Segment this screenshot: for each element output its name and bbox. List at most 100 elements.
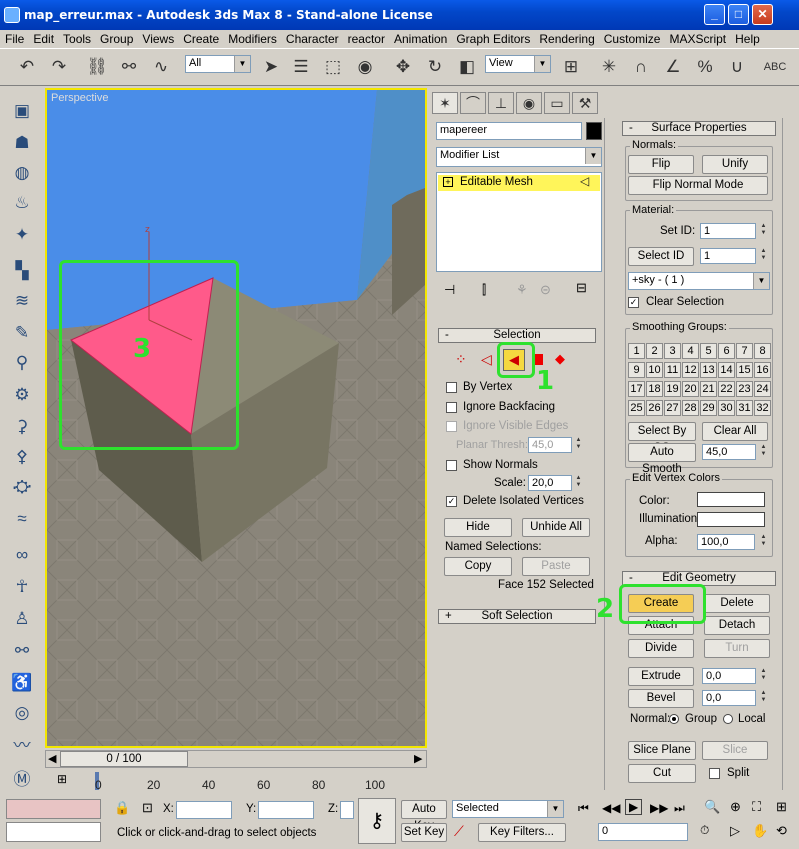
select-by-sg-button[interactable]: Select By SG [628,422,696,454]
sg-button[interactable]: 24 [754,381,771,397]
group-radio[interactable] [669,714,679,724]
sg-button[interactable]: 21 [700,381,717,397]
snap-toggle-icon[interactable]: ∩ [628,54,654,80]
menu-graph-editors[interactable]: Graph Editors [451,30,534,46]
modifier-list-dropdown[interactable]: Modifier List ▼ [436,147,602,167]
sg-button[interactable]: 17 [628,381,645,397]
zoom-extents-all-icon[interactable]: ⊞ [776,799,787,815]
sg-button[interactable]: 9 [628,362,645,378]
pin-stack-icon[interactable]: ⊣ [444,282,455,298]
selection-rollout-header[interactable]: - Selection [438,328,596,343]
display-tab-icon[interactable]: ▭ [544,92,570,114]
unify-button[interactable]: Unify [702,155,768,174]
configure-modifier-sets-icon[interactable]: ⊟ [576,280,587,296]
sg-button[interactable]: 6 [718,343,735,359]
brush-icon[interactable]: ⚲ [8,350,36,376]
time-slider[interactable]: ◀ 0 / 100 ▶ [45,750,427,768]
sg-button[interactable]: 23 [736,381,753,397]
walker-icon[interactable]: ♿ [8,670,36,696]
select-id-field[interactable]: 1 [700,248,756,264]
spinner-snap-icon[interactable]: ∪ [724,54,750,80]
slice-plane-button[interactable]: Slice Plane [628,741,696,760]
auto-key-button[interactable]: Auto Key [401,800,447,832]
gear-icon[interactable]: ⚙ [8,382,36,408]
sg-button[interactable]: 29 [700,400,717,416]
sg-button[interactable]: 22 [718,381,735,397]
color-swatch[interactable] [697,492,765,507]
sg-button[interactable]: 19 [664,381,681,397]
sg-button[interactable]: 3 [664,343,681,359]
perspective-viewport[interactable]: z Perspective 3 [45,88,427,748]
sg-button[interactable]: 27 [664,400,681,416]
object-name-field[interactable]: mapereer [436,122,582,140]
set-key-button[interactable]: Set Key [401,823,447,842]
stack-item-editable-mesh[interactable]: + Editable Mesh ◁ [438,174,600,191]
lights-icon[interactable]: ♨ [8,190,36,216]
sg-button[interactable]: 2 [646,343,663,359]
previous-frame-icon[interactable]: ◀◀ [602,801,620,815]
soft-selection-rollout-header[interactable]: + Soft Selection [438,609,596,624]
local-radio[interactable] [723,714,733,724]
objects-icon[interactable]: ▣ [8,98,36,124]
copy-button[interactable]: Copy [444,557,512,576]
zoom-icon[interactable]: 🔍 [704,799,720,815]
create-tab-icon[interactable]: ✶ [432,92,458,114]
clear-all-button[interactable]: Clear All [702,422,768,441]
paste-button[interactable]: Paste [522,557,590,576]
delete-isolated-checkbox[interactable]: ✓ [446,496,457,507]
menu-reactor[interactable]: reactor [343,30,389,46]
named-selection-sets-icon[interactable]: ABC [762,54,788,80]
select-id-button[interactable]: Select ID [628,247,694,266]
sg-button[interactable]: 1 [628,343,645,359]
motion-tab-icon[interactable]: ◉ [516,92,542,114]
maximize-button[interactable]: □ [728,4,749,25]
show-normals-checkbox[interactable] [446,460,457,471]
reference-coordinate-dropdown[interactable]: View ▼ [485,55,551,73]
absolute-mode-icon[interactable]: ⊡ [142,800,153,816]
helpers-icon[interactable]: ✦ [8,222,36,248]
extrude-field[interactable]: 0,0 [702,668,756,684]
sg-button[interactable]: 20 [682,381,699,397]
sg-button[interactable]: 14 [718,362,735,378]
time-slider-thumb[interactable]: 0 / 100 [60,751,188,767]
menu-rendering[interactable]: Rendering [534,30,598,46]
undo-icon[interactable]: ↶ [14,54,40,80]
x-coordinate-field[interactable] [176,801,232,819]
angle-snap-icon[interactable]: ∠ [660,54,686,80]
hierarchy-tab-icon[interactable]: ⊥ [488,92,514,114]
edge-subobject-icon[interactable]: ◁ [481,351,492,368]
rope-icon[interactable]: 〰 [8,730,36,756]
sg-button[interactable]: 10 [646,362,663,378]
make-unique-icon[interactable]: ⚘ [516,282,528,298]
alpha-spinner[interactable]: ▲ ▼ [759,534,768,550]
remove-modifier-icon[interactable]: ⊝ [540,282,551,298]
sg-button[interactable]: 7 [736,343,753,359]
menu-help[interactable]: Help [730,30,764,46]
sphere-icon[interactable]: ◍ [8,160,36,186]
key-mode-dropdown[interactable]: Selected ▼ [452,800,564,818]
track-bar[interactable]: ⊞ 0 20 40 60 80 100 [45,770,427,792]
pivot-center-icon[interactable]: ⊞ [558,54,584,80]
sg-button[interactable]: 13 [700,362,717,378]
menu-character[interactable]: Character [281,30,343,46]
vertex-subobject-icon[interactable]: ⁘ [455,351,467,368]
menu-group[interactable]: Group [95,30,137,46]
maxscript-output-mini[interactable] [6,822,101,842]
redo-icon[interactable]: ↷ [46,54,72,80]
rollout-scrollbar[interactable] [782,118,792,790]
hide-button[interactable]: Hide [444,518,512,537]
by-vertex-checkbox[interactable] [446,382,457,393]
menu-customize[interactable]: Customize [599,30,665,46]
unlink-icon[interactable]: ⚯ [116,54,142,80]
expand-icon[interactable]: + [443,177,453,187]
utilities-tab-icon[interactable]: ⚒ [572,92,598,114]
sg-button[interactable]: 28 [682,400,699,416]
key-icon[interactable]: ⚷ [358,798,396,844]
auto-smooth-spinner[interactable]: ▲ ▼ [759,444,768,460]
sg-button[interactable]: 25 [628,400,645,416]
select-by-name-icon[interactable]: ☰ [288,54,314,80]
extrude-button[interactable]: Extrude [628,667,694,686]
percent-snap-icon[interactable]: % [692,54,718,80]
unhide-all-button[interactable]: Unhide All [522,518,590,537]
y-coordinate-field[interactable] [258,801,314,819]
